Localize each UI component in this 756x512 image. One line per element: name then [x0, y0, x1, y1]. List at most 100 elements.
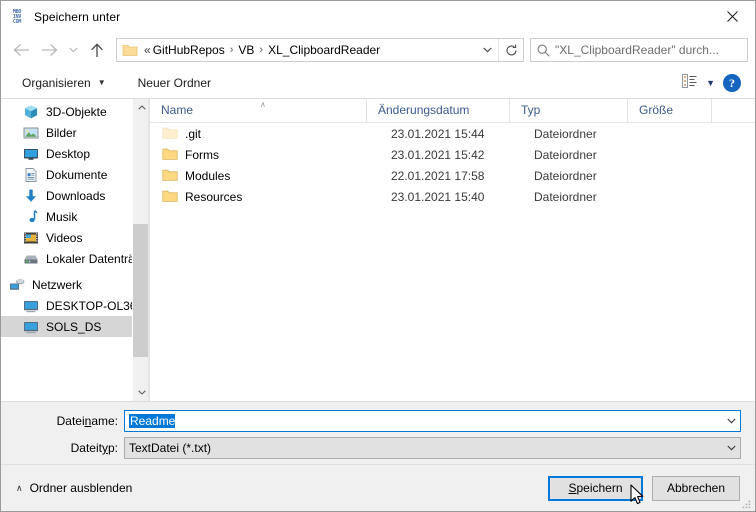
filename-label: Dateiname: — [1, 414, 124, 428]
forward-icon[interactable] — [35, 35, 63, 65]
search-box[interactable]: "XL_ClipboardReader" durch... — [530, 38, 748, 62]
file-type: Dateiordner — [534, 126, 597, 141]
sidebar-item-sols-ds[interactable]: SOLS_DS — [1, 316, 132, 337]
organize-label: Organisieren — [22, 76, 91, 90]
breadcrumb-separator-1[interactable]: › — [259, 44, 263, 56]
new-folder-button[interactable]: Neuer Ordner — [133, 71, 216, 95]
chevron-up-icon: ∧ — [16, 482, 23, 493]
refresh-icon[interactable] — [499, 39, 523, 61]
sidebar-item-netzwerk[interactable]: Netzwerk — [1, 274, 132, 295]
recent-locations-icon[interactable] — [63, 35, 83, 65]
filename-input[interactable]: Readme — [124, 410, 741, 432]
table-row[interactable]: .git 23.01.2021 15:44 Dateiordner — [150, 123, 755, 144]
file-date: 22.01.2021 17:58 — [391, 168, 485, 183]
table-row[interactable]: Forms 23.01.2021 15:42 Dateiordner — [150, 144, 755, 165]
sidebar-item-3d-objekte[interactable]: 3D-Objekte — [1, 101, 132, 122]
save-as-dialog: MBO INV COM Speichern unter « GitHubRepo… — [0, 0, 756, 512]
table-row[interactable]: Resources 23.01.2021 15:40 Dateiordner — [150, 186, 755, 207]
chevron-down-icon: ▼ — [97, 78, 106, 87]
close-icon[interactable] — [709, 1, 755, 31]
table-row[interactable]: Modules 22.01.2021 17:58 Dateiordner — [150, 165, 755, 186]
filename-value[interactable]: Readme — [125, 414, 723, 428]
address-bar[interactable]: « GitHubRepos › VB › XL_ClipboardReader — [116, 38, 524, 62]
dialog-footer: ∧ Ordner ausblenden Speichern Abbrechen — [1, 464, 755, 511]
sidebar-item-label: Videos — [46, 230, 83, 245]
filetype-value[interactable]: TextDatei (*.txt) — [125, 441, 723, 455]
save-form: Dateiname: Readme Dateityp: TextDatei (*… — [1, 402, 755, 464]
help-button[interactable]: ? — [723, 74, 741, 92]
sidebar-item-desktop-ol36r[interactable]: DESKTOP-OL36R — [1, 295, 132, 316]
change-view-button[interactable]: ▼ — [678, 71, 719, 95]
file-type: Dateiordner — [534, 168, 597, 183]
sidebar-scrollbar[interactable] — [132, 99, 149, 401]
pictures-icon — [23, 125, 39, 141]
save-button[interactable]: Speichern — [548, 475, 644, 504]
filename-chevron-down-icon[interactable] — [723, 411, 740, 431]
filename-selected-text[interactable]: Readme — [129, 414, 176, 428]
window-title: Speichern unter — [34, 9, 121, 24]
filename-label-part-a: Datei — [56, 414, 85, 428]
file-date: 23.01.2021 15:40 — [391, 189, 485, 204]
folder-icon — [162, 147, 178, 163]
sidebar-item-label: Lokaler Datenträ — [46, 251, 132, 266]
save-label-rest: peichern — [576, 481, 623, 495]
main-content: 3D-Objekte Bilder Desktop Dokumente Down… — [1, 99, 755, 402]
breadcrumb-item-1[interactable]: VB — [238, 43, 254, 57]
mouse-pointer-icon — [630, 483, 645, 509]
organize-button[interactable]: Organisieren ▼ — [17, 71, 111, 95]
column-header-date[interactable]: Änderungsdatum — [367, 99, 510, 122]
address-dropdown-icon[interactable] — [476, 39, 498, 61]
column-header-type[interactable]: Typ — [510, 99, 628, 122]
scroll-up-icon[interactable] — [133, 99, 149, 116]
sidebar-item-label: Downloads — [46, 188, 106, 203]
navigation-pane: 3D-Objekte Bilder Desktop Dokumente Down… — [1, 99, 149, 401]
filetype-row: Dateityp: TextDatei (*.txt) — [1, 437, 755, 459]
sidebar-item-desktop[interactable]: Desktop — [1, 143, 132, 164]
sidebar-item-videos[interactable]: Videos — [1, 227, 132, 248]
sidebar-item-dokumente[interactable]: Dokumente — [1, 164, 132, 185]
file-list-pane: ∧ Name Änderungsdatum Typ Größe .git 23.… — [149, 99, 755, 401]
resize-grip-icon[interactable] — [740, 497, 752, 509]
up-one-level-icon[interactable] — [83, 35, 111, 65]
breadcrumb-lead[interactable]: « — [144, 43, 151, 57]
filetype-chevron-down-icon[interactable] — [723, 438, 740, 458]
search-input[interactable]: "XL_ClipboardReader" durch... — [555, 43, 719, 57]
file-date: 23.01.2021 15:42 — [391, 147, 485, 162]
breadcrumb-separator-0[interactable]: › — [230, 44, 234, 56]
command-toolbar: Organisieren ▼ Neuer Ordner ▼ ? — [1, 68, 755, 99]
folder-tree: 3D-Objekte Bilder Desktop Dokumente Down… — [1, 99, 132, 337]
scrollbar-thumb[interactable] — [133, 224, 149, 357]
sidebar-item-label: Bilder — [46, 125, 77, 140]
hide-folders-button[interactable]: ∧ Ordner ausblenden — [16, 481, 132, 495]
file-list[interactable]: .git 23.01.2021 15:44 Dateiordner Forms … — [150, 123, 755, 401]
sidebar-item-musik[interactable]: Musik — [1, 206, 132, 227]
file-type: Dateiordner — [534, 189, 597, 204]
sidebar-item-bilder[interactable]: Bilder — [1, 122, 132, 143]
videos-icon — [23, 230, 39, 246]
downloads-icon — [23, 188, 39, 204]
column-header-filler — [712, 99, 755, 122]
folder-icon — [162, 168, 178, 184]
file-name: Forms — [185, 147, 219, 162]
scroll-down-icon[interactable] — [133, 384, 149, 401]
filetype-label-part-b: p: — [107, 441, 118, 455]
back-icon[interactable] — [7, 35, 35, 65]
desktop-icon — [23, 146, 39, 162]
sidebar-item-lokaler-datentraeger[interactable]: Lokaler Datenträ — [1, 248, 132, 269]
sidebar-item-downloads[interactable]: Downloads — [1, 185, 132, 206]
hide-folders-label: Ordner ausblenden — [29, 481, 133, 495]
filename-row: Dateiname: Readme — [1, 410, 755, 432]
cancel-button[interactable]: Abbrechen — [652, 475, 740, 501]
folder-icon — [162, 189, 178, 205]
list-view-icon — [682, 73, 697, 93]
breadcrumb-item-0[interactable]: GitHubRepos — [153, 43, 225, 57]
filetype-select[interactable]: TextDatei (*.txt) — [124, 437, 741, 459]
file-date: 23.01.2021 15:44 — [391, 126, 485, 141]
view-chevron-down-icon: ▼ — [706, 77, 715, 88]
sidebar-item-label: Desktop — [46, 146, 91, 161]
breadcrumb-item-2[interactable]: XL_ClipboardReader — [268, 43, 380, 57]
column-header-size[interactable]: Größe — [628, 99, 712, 122]
column-header-name[interactable]: Name — [150, 99, 367, 122]
save-button-label: Speichern — [568, 481, 622, 495]
file-name: .git — [185, 126, 202, 141]
